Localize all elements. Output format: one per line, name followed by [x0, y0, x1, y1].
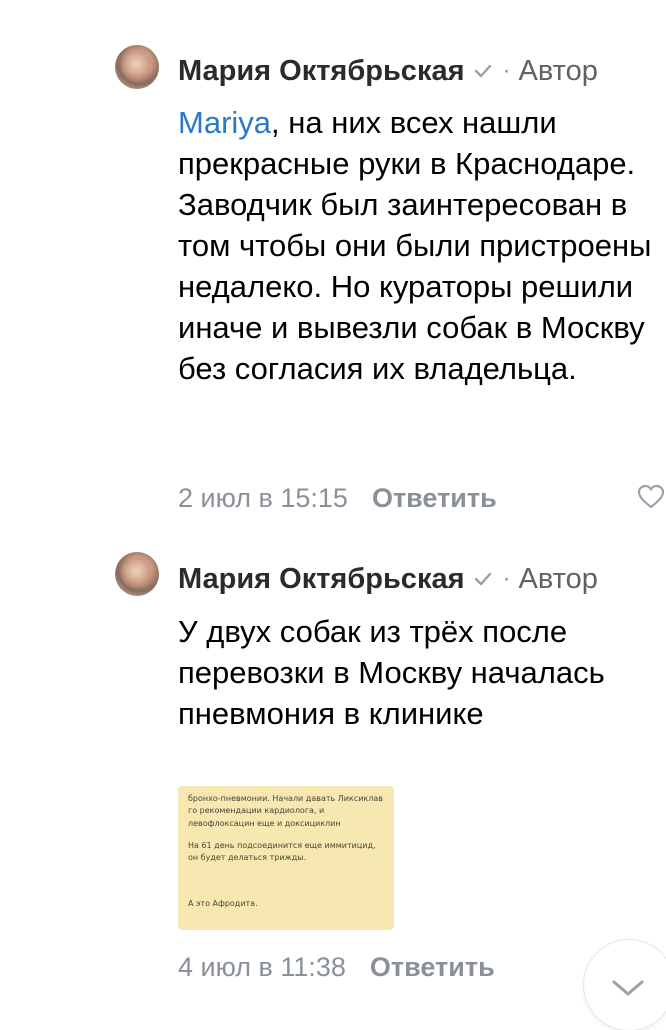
attachment-text-line: левофлоксацин еще и доксициклин [188, 819, 341, 828]
timestamp[interactable]: 2 июл в 15:15 [178, 483, 348, 514]
checkmark-icon [474, 572, 491, 586]
attachment-text-line: бронхо-пневмонии. Начали давать Ликсикла… [188, 794, 383, 803]
author-role: Автор [518, 54, 598, 87]
author-name[interactable]: Мария Октябрьская [178, 55, 465, 88]
attachment-text-line: На 61 день подсоединится еще иммитицид, [188, 841, 376, 850]
avatar[interactable] [115, 45, 159, 89]
attachment-text-line: го рекомендации кардиолога, и [188, 806, 325, 815]
comment-meta: 4 июл в 11:38 Ответить [178, 950, 495, 984]
chevron-down-icon [612, 980, 644, 996]
attachment-image[interactable]: бронхо-пневмонии. Начали давать Ликсикла… [178, 786, 394, 930]
mention-link[interactable]: Mariya [178, 105, 271, 140]
attachment-text-line: он будет делаться трижды. [188, 853, 307, 862]
heart-icon[interactable] [637, 484, 665, 510]
comment-header: Мария Октябрьская · Автор [178, 562, 598, 596]
reply-button[interactable]: Ответить [372, 483, 497, 514]
checkmark-icon [474, 64, 491, 78]
comment-meta: 2 июл в 15:15 Ответить [178, 481, 497, 515]
timestamp[interactable]: 4 июл в 11:38 [178, 952, 346, 983]
scroll-down-button[interactable] [584, 940, 666, 1030]
comment-header: Мария Октябрьская · Автор [178, 54, 598, 88]
author-name[interactable]: Мария Октябрьская [178, 563, 465, 596]
attachment-text-line: А это Афродита. [188, 899, 258, 908]
comment-text: У двух собак из трёх после перевозки в М… [178, 614, 605, 731]
separator-dot: · [502, 57, 511, 84]
separator-dot: · [502, 565, 511, 592]
avatar[interactable] [115, 552, 159, 596]
comment-body: , на них всех нашли прекрасные руки в Кр… [178, 105, 652, 386]
author-role: Автор [518, 562, 598, 595]
comment-text: Mariya, на них всех нашли прекрасные рук… [178, 102, 658, 389]
reply-button[interactable]: Ответить [370, 952, 495, 983]
